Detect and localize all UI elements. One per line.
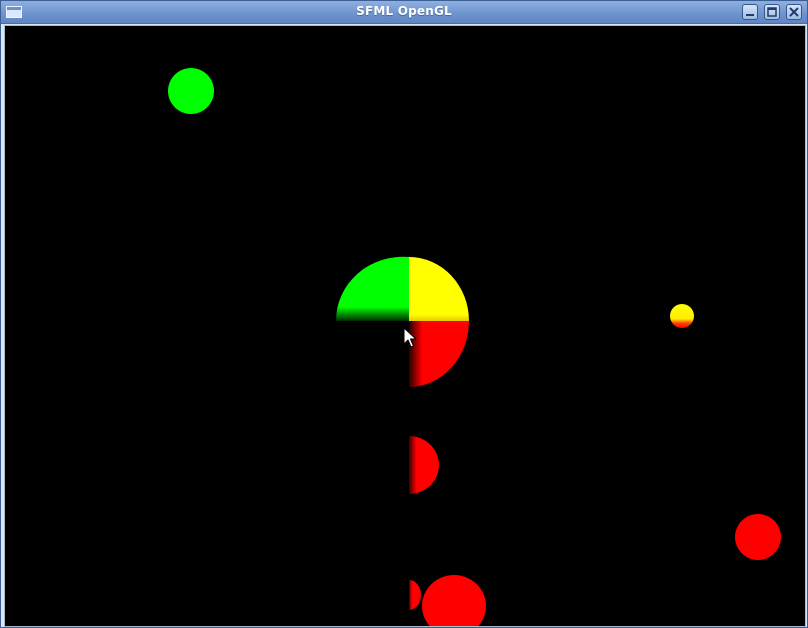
opengl-canvas[interactable] [4, 25, 806, 627]
sphere-quadrant-green [335, 256, 409, 321]
central-sphere [335, 256, 469, 387]
app-window: SFML OpenGL [0, 0, 808, 628]
sphere-quadrant-red [409, 321, 469, 387]
minimize-icon [746, 14, 754, 16]
maximize-icon [767, 7, 777, 17]
red-slice-small [409, 580, 421, 610]
green-sphere [168, 68, 214, 114]
close-button[interactable] [786, 4, 802, 20]
close-icon [789, 7, 799, 17]
maximize-button[interactable] [764, 4, 780, 20]
scene-svg [168, 68, 781, 626]
red-half-sphere [409, 436, 439, 494]
minimize-button[interactable] [742, 4, 758, 20]
title-bar[interactable]: SFML OpenGL [1, 1, 807, 24]
red-sphere-right [735, 514, 781, 560]
window-title: SFML OpenGL [356, 4, 452, 18]
yellow-sphere [670, 304, 694, 328]
sphere-quadrant-yellow [409, 257, 469, 321]
red-sphere-bottom [422, 575, 486, 626]
